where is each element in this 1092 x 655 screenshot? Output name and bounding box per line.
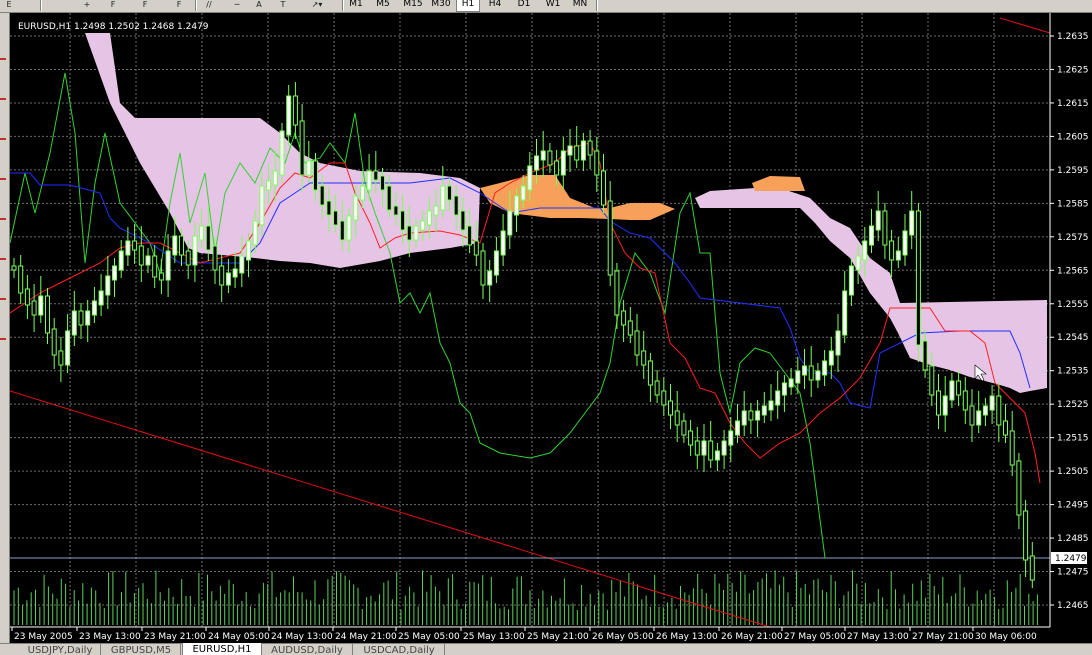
price-tick-label: 1.2465 (1057, 601, 1089, 611)
tool-icon-expert[interactable]: E (2, 0, 16, 12)
tab-usdcad-daily[interactable]: USDCAD,Daily (354, 644, 445, 655)
price-tick-label: 1.2595 (1057, 166, 1089, 176)
tab-audusd-daily[interactable]: AUDUSD,Daily (262, 644, 353, 655)
time-tick-label: 26 May 05:00 (592, 632, 654, 642)
timeframe-m15[interactable]: M15 (400, 0, 426, 11)
price-tick-label: 1.2555 (1057, 300, 1089, 310)
price-tick-label: 1.2605 (1057, 132, 1089, 142)
time-tick-label: 26 May 21:00 (721, 632, 783, 642)
timeframe-h1[interactable]: H1 (456, 0, 480, 12)
tab-usdjpy-daily[interactable]: USDJPY,Daily (20, 644, 101, 655)
time-tick-label: 25 May 13:00 (463, 632, 525, 642)
time-tick-label: 30 May 06:00 (975, 632, 1037, 642)
time-tick-label: 25 May 05:00 (398, 632, 460, 642)
timeframe-m5[interactable]: M5 (372, 0, 394, 11)
price-tick-label: 1.2515 (1057, 434, 1089, 444)
time-tick-label: 27 May 13:00 (847, 632, 909, 642)
tool-icon-tester[interactable] (20, 0, 38, 12)
price-tick-label: 1.2565 (1057, 266, 1089, 276)
price-tick-label: 1.2495 (1057, 501, 1089, 511)
price-tick-label: 1.2485 (1057, 534, 1089, 544)
time-tick-label: 27 May 05:00 (784, 632, 846, 642)
tool-icon-hline[interactable]: ─ (228, 0, 246, 12)
chart-tabs-bar: USDJPY,Daily GBPUSD,M5 EURUSD,H1 AUDUSD,… (0, 643, 1092, 655)
price-tick-label: 1.2545 (1057, 333, 1089, 343)
tool-icon-crosshair[interactable]: + (78, 0, 96, 12)
price-tick-label: 1.2615 (1057, 99, 1089, 109)
price-tick-label: 1.2475 (1057, 568, 1089, 578)
tool-icon-channel[interactable]: // (200, 0, 218, 12)
chart-window[interactable]: EURUSD,H1 1.2498 1.2502 1.2468 1.2479 1.… (10, 13, 1092, 643)
price-tick-label: 1.2575 (1057, 233, 1089, 243)
price-chart[interactable]: EURUSD,H1 1.2498 1.2502 1.2468 1.2479 1.… (10, 13, 1092, 643)
price-tick-label: 1.2535 (1057, 367, 1089, 377)
timeframe-d1[interactable]: D1 (512, 0, 536, 11)
tool-icon-text[interactable]: A (252, 0, 266, 12)
tool-icon-arrow[interactable] (48, 0, 66, 12)
tool-icon-fibo-fan[interactable]: F (104, 0, 122, 12)
tool-icon-label[interactable]: T (276, 0, 290, 12)
time-tick-label: 23 May 21:00 (144, 632, 206, 642)
current-price-label: 1.2479 (1055, 554, 1087, 564)
price-tick-label: 1.2525 (1057, 400, 1089, 410)
price-tick-label: 1.2505 (1057, 467, 1089, 477)
time-tick-label: 24 May 05:00 (208, 632, 270, 642)
timeframe-w1[interactable]: W1 (540, 0, 566, 11)
price-tick-label: 1.2635 (1057, 32, 1089, 42)
time-tick-label: 24 May 13:00 (271, 632, 333, 642)
tab-gbpusd-m5[interactable]: GBPUSD,M5 (102, 644, 181, 655)
tool-icon-fibo-arc[interactable]: F (136, 0, 154, 12)
price-tick-label: 1.2625 (1057, 65, 1089, 75)
time-tick-label: 23 May 2005 (14, 632, 73, 642)
tab-eurusd-h1[interactable]: EURUSD,H1 (182, 643, 262, 655)
timeframe-m30[interactable]: M30 (428, 0, 454, 11)
object-list-strip (0, 13, 10, 643)
timeframe-mn[interactable]: MN (568, 0, 592, 11)
tool-icon-fibo-retrace[interactable]: F (170, 0, 188, 12)
time-tick-label: 25 May 21:00 (527, 632, 589, 642)
chart-header: EURUSD,H1 1.2498 1.2502 1.2468 1.2479 (18, 22, 209, 32)
time-tick-label: 27 May 21:00 (912, 632, 974, 642)
time-tick-label: 24 May 21:00 (335, 632, 397, 642)
tool-icon-arrows-dropdown[interactable]: ↗▾ (306, 0, 328, 12)
timeframe-h4[interactable]: H4 (484, 0, 506, 11)
time-tick-label: 26 May 13:00 (656, 632, 718, 642)
toolbar: E + F F F // ─ A T ↗▾ M1 M5 M15 M30 H1 H… (0, 0, 1092, 13)
timeframe-m1[interactable]: M1 (346, 0, 366, 11)
price-tick-label: 1.2585 (1057, 199, 1089, 209)
time-tick-label: 23 May 13:00 (79, 632, 141, 642)
